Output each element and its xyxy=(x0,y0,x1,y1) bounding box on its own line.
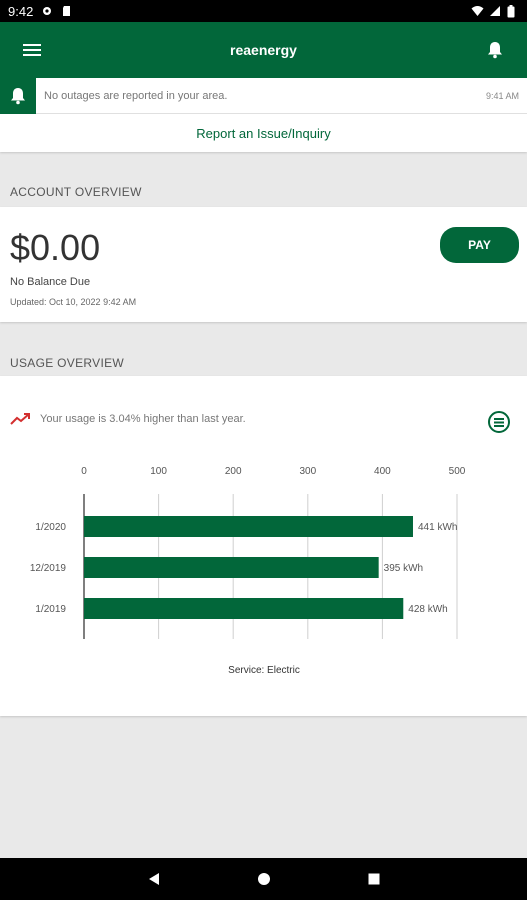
outage-message: No outages are reported in your area. xyxy=(44,89,228,102)
outage-banner: No outages are reported in your area. 9:… xyxy=(0,77,527,114)
bar-value-label: 428 kWh xyxy=(408,604,447,615)
bar-value-label: 395 kWh xyxy=(384,563,423,574)
recents-button[interactable] xyxy=(364,869,384,889)
app-title: reaenergy xyxy=(230,42,297,58)
signal-icon xyxy=(489,5,501,17)
app-bar: reaenergy xyxy=(0,22,527,78)
chart-options-button[interactable] xyxy=(487,410,511,434)
account-card: $0.00 No Balance Due Updated: Oct 10, 20… xyxy=(0,207,527,322)
usage-bar xyxy=(84,598,404,619)
trending-up-icon xyxy=(10,413,30,425)
sd-card-icon xyxy=(61,5,73,17)
x-tick-label: 400 xyxy=(374,466,391,477)
report-issue-link[interactable]: Report an Issue/Inquiry xyxy=(196,126,330,141)
home-icon xyxy=(257,873,270,885)
bell-icon xyxy=(488,42,502,59)
outage-time: 9:41 AM xyxy=(485,90,519,101)
usage-chart-svg: 0 100 200 300 400 500 1/2020 441 kWh 12/2019 395 … xyxy=(30,466,466,676)
back-button[interactable] xyxy=(144,869,164,889)
usage-trend-row: Your usage is 3.04% higher than last yea… xyxy=(10,412,246,426)
x-tick-label: 300 xyxy=(299,466,316,477)
settings-icon xyxy=(41,5,53,17)
usage-overview-header: USAGE OVERVIEW xyxy=(10,356,125,370)
bar-value-label: 441 kWh xyxy=(418,522,457,533)
chart-toggle-icon xyxy=(488,411,510,433)
usage-bar xyxy=(84,557,379,578)
recents-icon xyxy=(368,873,379,885)
hamburger-icon xyxy=(23,44,41,56)
x-tick-label: 0 xyxy=(81,466,87,477)
x-tick-label: 100 xyxy=(150,466,167,477)
status-bar: 9:42 xyxy=(0,0,527,22)
navigation-bar xyxy=(0,858,527,900)
bell-icon xyxy=(11,87,25,104)
balance-amount: $0.00 xyxy=(10,227,101,268)
updated-timestamp: Updated: Oct 10, 2022 9:42 AM xyxy=(10,297,137,307)
usage-bar xyxy=(84,516,413,537)
account-overview-header: ACCOUNT OVERVIEW xyxy=(10,185,142,199)
balance-status: No Balance Due xyxy=(10,276,91,288)
usage-chart: 0 100 200 300 400 500 1/2020 441 kWh 12/2019 395 … xyxy=(0,456,527,686)
category-label: 1/2020 xyxy=(35,522,66,533)
report-row: Report an Issue/Inquiry xyxy=(0,114,527,152)
outage-icon-box xyxy=(0,77,36,114)
x-tick-label: 500 xyxy=(449,466,466,477)
wifi-icon xyxy=(471,5,484,17)
category-label: 1/2019 xyxy=(35,604,66,615)
usage-message: Your usage is 3.04% higher than last yea… xyxy=(40,413,246,425)
x-axis-label: Service: Electric xyxy=(228,665,300,676)
menu-button[interactable] xyxy=(0,22,64,78)
clock: 9:42 xyxy=(8,3,34,19)
notifications-button[interactable] xyxy=(463,22,527,78)
pay-button[interactable]: PAY xyxy=(440,227,519,263)
battery-icon xyxy=(507,5,519,18)
category-label: 12/2019 xyxy=(30,563,67,574)
back-icon xyxy=(148,873,159,885)
usage-card: Your usage is 3.04% higher than last yea… xyxy=(0,376,527,716)
home-button[interactable] xyxy=(254,869,274,889)
x-tick-label: 200 xyxy=(225,466,242,477)
